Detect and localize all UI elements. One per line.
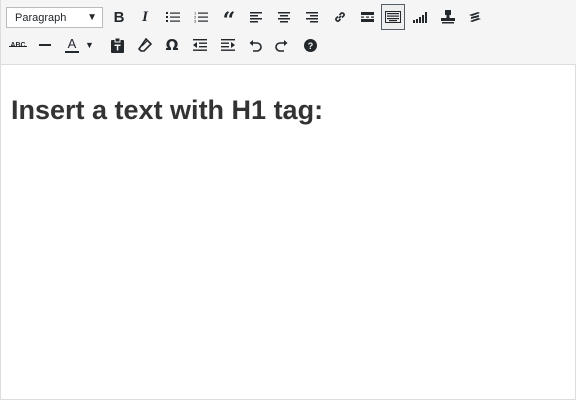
text-color-icon: A	[65, 35, 79, 53]
align-right-button[interactable]	[300, 4, 324, 30]
seo-analysis-button[interactable]	[409, 4, 433, 30]
help-icon: ?	[303, 38, 317, 52]
strikethrough-icon: ABC	[9, 42, 27, 49]
bullet-list-button[interactable]	[161, 4, 185, 30]
editor-content-area[interactable]: Insert a text with H1 tag:	[1, 65, 575, 399]
svg-text:3: 3	[194, 19, 197, 24]
keyboard-icon	[385, 11, 401, 23]
undo-icon	[249, 39, 262, 52]
strikethrough-button[interactable]: ABC	[6, 32, 30, 58]
align-left-icon	[250, 11, 262, 22]
numbered-list-icon: 1 2 3	[194, 11, 208, 23]
outdent-button[interactable]	[188, 32, 212, 58]
toolbar-toggle-button[interactable]	[381, 4, 405, 30]
blockquote-button[interactable]: “	[217, 4, 241, 34]
content-heading: Insert a text with H1 tag:	[11, 95, 324, 125]
text-color-button[interactable]: A ▼	[61, 32, 101, 58]
signal-bars-icon	[413, 12, 427, 23]
bold-icon: B	[113, 8, 125, 26]
text-color-glyph: A	[67, 35, 77, 51]
horizontal-line-icon	[39, 44, 51, 46]
eraser-icon	[138, 38, 152, 52]
numbered-list-button[interactable]: 1 2 3	[189, 4, 213, 30]
stamp-icon	[441, 10, 455, 24]
shortcode-button[interactable]	[436, 4, 460, 30]
plugin-button[interactable]	[463, 4, 487, 30]
outdent-icon	[193, 39, 207, 51]
omega-icon: Ω	[165, 36, 179, 54]
paste-as-text-button[interactable]	[105, 32, 129, 58]
align-center-icon	[278, 11, 290, 22]
blockquote-icon: “	[222, 8, 236, 34]
svg-text:?: ?	[307, 41, 313, 51]
italic-icon: I	[142, 8, 148, 25]
redo-button[interactable]	[270, 32, 294, 58]
editor: Paragraph ▼ B I 1 2 3 “ A ▼ Ω ? Insert a…	[0, 0, 576, 400]
redo-icon	[275, 39, 288, 52]
paste-text-icon	[110, 37, 124, 53]
format-select-value: Paragraph	[15, 11, 67, 24]
dropdown-arrow-icon: ▼	[85, 40, 94, 50]
italic-button[interactable]: I	[133, 4, 157, 30]
clear-formatting-button[interactable]	[133, 32, 157, 58]
editor-toolbar: Paragraph ▼ B I 1 2 3 “ A ▼ Ω ?	[1, 0, 576, 65]
format-select[interactable]: Paragraph ▼	[6, 7, 103, 28]
dropdown-arrow-icon: ▼	[87, 12, 97, 23]
bold-button[interactable]: B	[107, 4, 131, 30]
read-more-icon	[360, 12, 374, 22]
insert-link-button[interactable]	[328, 4, 352, 30]
bullet-list-icon	[166, 12, 180, 22]
align-right-icon	[306, 11, 318, 22]
undo-button[interactable]	[243, 32, 267, 58]
horizontal-line-button[interactable]	[33, 32, 57, 58]
help-button[interactable]: ?	[298, 32, 322, 58]
link-icon	[335, 12, 345, 22]
indent-icon	[221, 39, 235, 51]
align-left-button[interactable]	[244, 4, 268, 30]
zigzag-icon	[469, 12, 481, 22]
read-more-button[interactable]	[355, 4, 379, 30]
align-center-button[interactable]	[272, 4, 296, 30]
indent-button[interactable]	[216, 32, 240, 58]
special-character-button[interactable]: Ω	[160, 32, 184, 58]
